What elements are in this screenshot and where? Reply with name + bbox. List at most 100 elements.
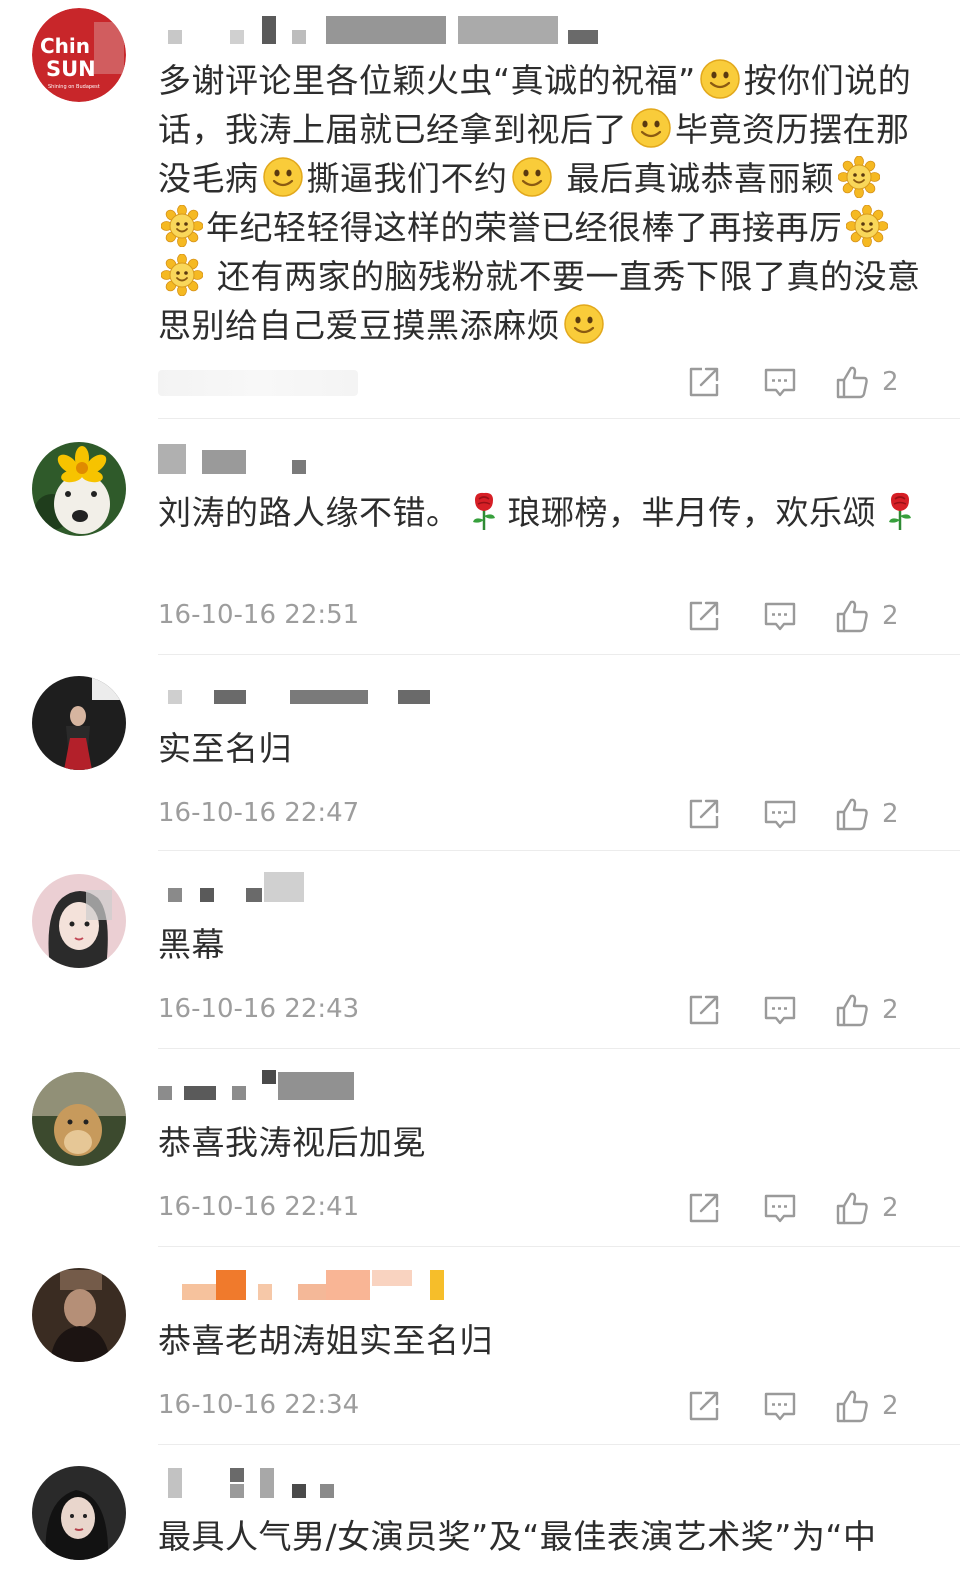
reply-button[interactable]: [762, 362, 798, 402]
timestamp: 16-10-16 22:34: [158, 1390, 360, 1420]
username-blurred[interactable]: [158, 16, 638, 48]
like-button[interactable]: 2: [834, 794, 899, 834]
comment-item: 恭喜老胡涛姐实至名归 16-10-16 22:34 2: [0, 1248, 960, 1446]
username-blurred[interactable]: [158, 444, 638, 476]
reply-button[interactable]: [762, 794, 798, 834]
like-button[interactable]: 2: [834, 1386, 899, 1426]
comment-icon: [762, 796, 798, 832]
avatar[interactable]: [32, 1466, 126, 1560]
action-bar: 2: [686, 596, 926, 636]
reply-button[interactable]: [762, 1188, 798, 1228]
comment-text-part: 最具人气男/女演员奖”及“最佳表演艺术奖”为“中: [158, 1517, 877, 1556]
comment-item: 恭喜我涛视后加冕 16-10-16 22:41 2: [0, 1050, 960, 1248]
username-blurred[interactable]: [158, 688, 638, 720]
smile-emoji: [699, 58, 741, 100]
comment-text-part: 恭喜老胡涛姐实至名归: [158, 1321, 493, 1360]
username-blurred[interactable]: [158, 1468, 638, 1500]
comment-text: 恭喜老胡涛姐实至名归: [158, 1316, 924, 1365]
timestamp: 16-10-16 22:47: [158, 798, 360, 828]
divider: [158, 850, 960, 851]
like-count: 2: [882, 799, 899, 829]
comment-item: 最具人气男/女演员奖”及“最佳表演艺术奖”为“中: [0, 1446, 960, 1573]
like-button[interactable]: 2: [834, 362, 899, 402]
comment-icon: [762, 1388, 798, 1424]
like-button[interactable]: 2: [834, 1188, 899, 1228]
like-count: 2: [882, 367, 899, 397]
avatar-dog-image: [32, 442, 126, 536]
avatar-portrait-image: [32, 676, 126, 770]
thumbs-up-icon: [834, 796, 870, 832]
share-icon: [686, 796, 722, 832]
username-blurred[interactable]: [158, 1270, 638, 1302]
thumbs-up-icon: [834, 364, 870, 400]
sunflower-emoji: [846, 205, 888, 247]
share-icon: [686, 1190, 722, 1226]
action-bar: 2: [686, 990, 926, 1030]
share-icon: [686, 1388, 722, 1424]
avatar-logo-image: Chin SUN Shining on Budapest: [32, 8, 126, 102]
sunflower-emoji: [838, 156, 880, 198]
svg-text:SUN: SUN: [46, 57, 96, 81]
avatar-illustration-image: [32, 874, 126, 968]
share-icon: [686, 992, 722, 1028]
share-icon: [686, 364, 722, 400]
avatar[interactable]: [32, 1072, 126, 1166]
svg-text:Shining on Budapest: Shining on Budapest: [48, 84, 100, 90]
share-button[interactable]: [686, 794, 722, 834]
like-button[interactable]: 2: [834, 990, 899, 1030]
comment-text-part: 恭喜我涛视后加冕: [158, 1123, 426, 1162]
thumbs-up-icon: [834, 992, 870, 1028]
svg-text:Chin: Chin: [40, 34, 90, 58]
avatar[interactable]: Chin SUN Shining on Budapest: [32, 8, 126, 102]
reply-button[interactable]: [762, 1386, 798, 1426]
timestamp: 16-10-16 22:43: [158, 994, 360, 1024]
smile-emoji: [630, 107, 672, 149]
like-count: 2: [882, 601, 899, 631]
action-bar: 2: [686, 1386, 926, 1426]
divider: [158, 1048, 960, 1049]
username-blurred[interactable]: [158, 872, 638, 918]
comment-text-part: 刘涛的路人缘不错。: [158, 493, 460, 532]
comment-text: 刘涛的路人缘不错。 琅琊榜，芈月传，欢乐颂: [158, 488, 924, 537]
share-button[interactable]: [686, 596, 722, 636]
comment-text: 恭喜我涛视后加冕: [158, 1118, 924, 1167]
rose-emoji: [879, 490, 921, 532]
avatar-portrait-image: [32, 1466, 126, 1560]
smile-emoji: [511, 156, 553, 198]
sunflower-emoji: [161, 205, 203, 247]
like-count: 2: [882, 995, 899, 1025]
divider: [158, 654, 960, 655]
smile-emoji: [262, 156, 304, 198]
thumbs-up-icon: [834, 598, 870, 634]
like-count: 2: [882, 1391, 899, 1421]
divider: [158, 1246, 960, 1247]
share-button[interactable]: [686, 1386, 722, 1426]
share-button[interactable]: [686, 990, 722, 1030]
timestamp: 16-10-16 22:41: [158, 1192, 360, 1222]
comment-item: 黑幕 16-10-16 22:43 2: [0, 852, 960, 1050]
comment-text-part: 还有两家的脑残粉就不要一直秀下限了真的没意思别给自己爱豆摸黑添麻烦: [158, 257, 921, 345]
avatar[interactable]: [32, 442, 126, 536]
like-button[interactable]: 2: [834, 596, 899, 636]
avatar[interactable]: [32, 676, 126, 770]
action-bar: 2: [686, 362, 926, 402]
action-bar: 2: [686, 794, 926, 834]
comment-text-part: 年纪轻轻得这样的荣誉已经很棒了再接再厉: [206, 208, 843, 247]
comment-text-part: 实至名归: [158, 729, 292, 768]
username-blurred[interactable]: [158, 1070, 638, 1102]
comment-text: 黑幕: [158, 920, 924, 969]
avatar[interactable]: [32, 874, 126, 968]
share-button[interactable]: [686, 362, 722, 402]
share-button[interactable]: [686, 1188, 722, 1228]
comment-text: 多谢评论里各位颖火虫“真诚的祝福” 按你们说的话，我涛上届就已经拿到视后了 毕竟资历…: [158, 56, 924, 350]
timestamp-blurred: [158, 370, 358, 396]
comment-text: 最具人气男/女演员奖”及“最佳表演艺术奖”为“中: [158, 1512, 924, 1561]
comment-icon: [762, 992, 798, 1028]
rose-emoji: [463, 490, 505, 532]
thumbs-up-icon: [834, 1190, 870, 1226]
avatar[interactable]: [32, 1268, 126, 1362]
reply-button[interactable]: [762, 596, 798, 636]
reply-button[interactable]: [762, 990, 798, 1030]
comment-text-part: 多谢评论里各位颖火虫“真诚的祝福”: [158, 61, 696, 100]
avatar-portrait-image: [32, 1268, 126, 1362]
